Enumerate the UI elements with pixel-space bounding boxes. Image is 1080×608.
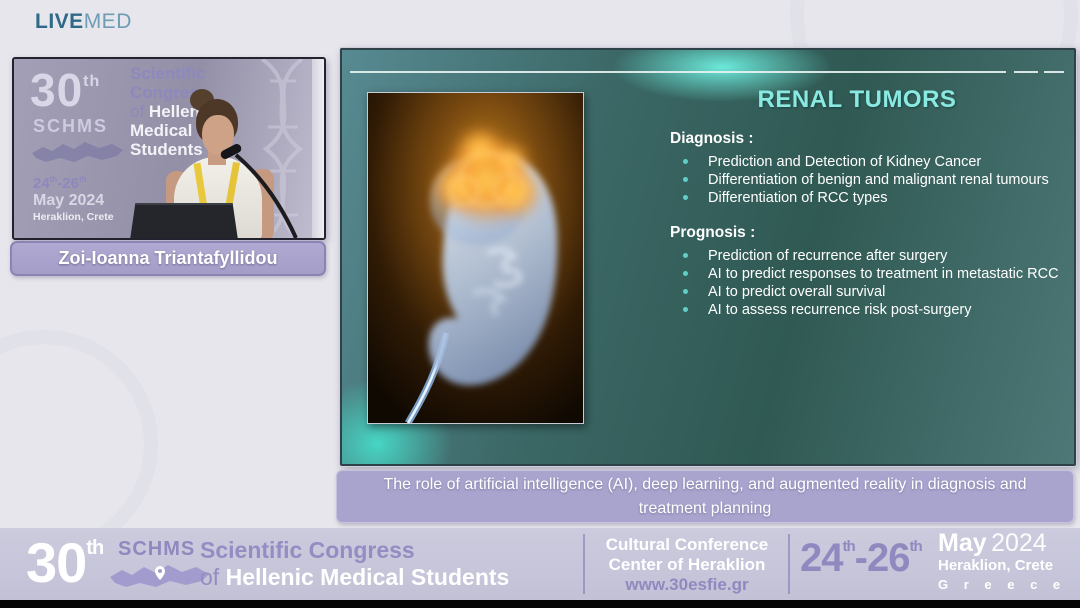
speaker-figure: [14, 59, 324, 238]
section-heading: Diagnosis :: [670, 130, 1068, 148]
footer-dates: 24th-26th: [800, 536, 922, 581]
diagnosis-section: Diagnosis : Prediction and Detection of …: [668, 130, 1068, 207]
bullet-item: Prediction of recurrence after surgery: [668, 247, 1068, 265]
bottom-letterbox-bar: [0, 600, 1080, 608]
footer-venue: Cultural Conference Center of Heraklion …: [594, 535, 780, 595]
slide-divider-dash: [1014, 71, 1038, 73]
bullet-item: Prediction and Detection of Kidney Cance…: [668, 153, 1068, 171]
presentation-slide: RENAL TUMORS Diagnosis : Prediction and …: [340, 48, 1076, 466]
bullet-item: AI to predict overall survival: [668, 283, 1068, 301]
bullet-dot-icon: [683, 177, 688, 182]
speaker-video-feed[interactable]: 30th SCHMS Scientific Congress of Hellen…: [12, 57, 326, 240]
bullet-item: AI to assess recurrence risk post-surger…: [668, 301, 1068, 319]
bullet-item: AI to predict responses to treatment in …: [668, 265, 1068, 283]
brand-live: LIVE: [35, 10, 84, 33]
footer-org-name: SCHMS: [118, 538, 195, 561]
bullet-dot-icon: [683, 271, 688, 276]
microphone-icon: [14, 59, 324, 238]
slide-body: Diagnosis : Prediction and Detection of …: [668, 130, 1068, 336]
congress-website: www.30esfie.gr: [594, 575, 780, 595]
footer-location: May 2024 Heraklion, Crete G r e e c e: [938, 534, 1066, 594]
talk-title-caption: The role of artificial intelligence (AI)…: [336, 470, 1074, 523]
livestream-page: LIVEMED 30th SCHMS Scientific Congress o…: [0, 0, 1080, 608]
footer-congress-title: Scientific Congress of Hellenic Medical …: [200, 537, 509, 591]
slide-divider-line: [350, 71, 1006, 73]
bullet-dot-icon: [683, 253, 688, 258]
brand-med: MED: [84, 10, 132, 33]
bullet-dot-icon: [683, 195, 688, 200]
brand-logo: LIVEMED: [35, 10, 132, 34]
footer-congress-number: 30th: [26, 530, 103, 595]
congress-footer-banner: 30th SCHMS Scientific Congress of Hellen…: [0, 528, 1080, 600]
bullet-item: Differentiation of RCC types: [668, 189, 1068, 207]
slide-title: RENAL TUMORS: [654, 86, 1060, 114]
section-heading: Prognosis :: [670, 224, 1068, 242]
prognosis-section: Prognosis : Prediction of recurrence aft…: [668, 224, 1068, 319]
kidney-tumor-image: [367, 92, 584, 424]
footer-divider: [583, 534, 585, 594]
bullet-dot-icon: [683, 307, 688, 312]
background-watermark-circle: [0, 330, 158, 558]
crete-island-pin-icon: [108, 560, 212, 590]
bullet-item: Differentiation of benign and malignant …: [668, 171, 1068, 189]
bullet-dot-icon: [683, 159, 688, 164]
footer-divider: [788, 534, 790, 594]
speaker-name-plate: Zoi-Ioanna Triantafyllidou: [10, 241, 326, 276]
bullet-dot-icon: [683, 289, 688, 294]
slide-divider-dash: [1044, 71, 1064, 73]
speaker-name: Zoi-Ioanna Triantafyllidou: [58, 248, 277, 269]
talk-title-text: The role of artificial intelligence (AI)…: [337, 473, 1073, 521]
